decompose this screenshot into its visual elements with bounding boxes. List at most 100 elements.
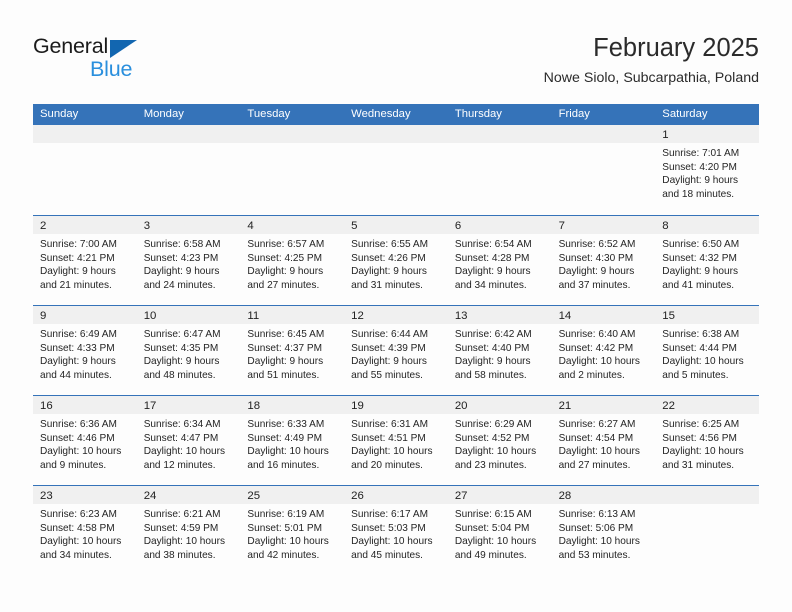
day-detail-line: Sunset: 4:44 PM bbox=[662, 342, 737, 354]
day-detail-line: and 34 minutes. bbox=[454, 279, 527, 291]
day-cell-28[interactable]: 28 Sunrise: 6:13 AM Sunset: 5:06 PM Dayligh… bbox=[551, 486, 656, 575]
day-cell-13[interactable]: 13 Sunrise: 6:42 AM Sunset: 4:40 PM Dayligh… bbox=[447, 306, 552, 395]
day-number-band: 9 bbox=[33, 306, 137, 324]
day-detail-line: Sunset: 4:49 PM bbox=[247, 432, 323, 444]
day-cell-26[interactable]: 26 Sunrise: 6:17 AM Sunset: 5:03 PM Dayligh… bbox=[344, 486, 448, 575]
day-cell-empty bbox=[33, 125, 137, 215]
day-detail-block: Sunrise: 6:29 AM Sunset: 4:52 PM Daylight:… bbox=[448, 414, 552, 472]
day-number-band: 17 bbox=[136, 396, 241, 414]
day-detail-block: Sunrise: 6:15 AM Sunset: 5:04 PM Daylight:… bbox=[448, 504, 552, 562]
day-detail-line: Sunset: 4:39 PM bbox=[351, 342, 426, 354]
day-detail-line: Sunset: 4:25 PM bbox=[247, 252, 323, 264]
day-detail-line: Sunrise: 6:15 AM bbox=[454, 509, 532, 520]
day-number: 11 bbox=[247, 310, 260, 322]
day-number: 9 bbox=[40, 310, 47, 322]
day-detail-line: Sunset: 5:06 PM bbox=[558, 522, 634, 534]
day-detail-line: Sunset: 4:30 PM bbox=[558, 252, 634, 264]
logo-triangle-icon bbox=[110, 40, 137, 58]
day-detail-line: Sunset: 4:52 PM bbox=[454, 432, 530, 444]
day-detail-line: and 24 minutes. bbox=[143, 279, 216, 291]
day-number-band: 23 bbox=[33, 486, 137, 504]
day-detail-line: Daylight: 9 hours bbox=[40, 356, 116, 368]
day-number-band: 15 bbox=[655, 306, 759, 324]
day-cell-15[interactable]: 15 Sunrise: 6:38 AM Sunset: 4:44 PM Dayligh… bbox=[655, 306, 759, 395]
day-number: 4 bbox=[247, 220, 254, 232]
day-number: 25 bbox=[247, 490, 261, 502]
day-number: 12 bbox=[351, 310, 364, 322]
day-number-band: 14 bbox=[551, 306, 656, 324]
day-cell-6[interactable]: 6 Sunrise: 6:54 AM Sunset: 4:28 PM Daylight… bbox=[447, 216, 552, 305]
day-cell-23[interactable]: 23 Sunrise: 6:23 AM Sunset: 4:58 PM Dayligh… bbox=[33, 486, 137, 575]
day-cell-1[interactable]: 1 Sunrise: 7:01 AM Sunset: 4:20 PM Daylight… bbox=[655, 125, 759, 215]
day-detail-line: Daylight: 9 hours bbox=[247, 266, 324, 278]
day-detail-line: Sunrise: 6:55 AM bbox=[351, 239, 429, 250]
day-number: 18 bbox=[247, 400, 261, 412]
day-detail-line: Sunset: 5:01 PM bbox=[247, 522, 323, 534]
day-cell-8[interactable]: 8 Sunrise: 6:50 AM Sunset: 4:32 PM Daylight… bbox=[655, 216, 759, 305]
day-number: 13 bbox=[454, 310, 468, 322]
day-detail-line: Sunset: 4:21 PM bbox=[40, 252, 115, 264]
day-detail-line: Sunrise: 6:33 AM bbox=[247, 419, 325, 430]
day-cell-27[interactable]: 27 Sunrise: 6:15 AM Sunset: 5:04 PM Dayligh… bbox=[447, 486, 552, 575]
day-detail-line: Daylight: 10 hours bbox=[662, 446, 744, 458]
day-detail-line: Sunrise: 7:00 AM bbox=[40, 239, 117, 250]
day-number-band bbox=[344, 125, 448, 143]
day-detail-block: Sunrise: 6:19 AM Sunset: 5:01 PM Daylight:… bbox=[240, 504, 344, 562]
day-cell-5[interactable]: 5 Sunrise: 6:55 AM Sunset: 4:26 PM Daylight… bbox=[344, 216, 448, 305]
day-detail-line: and 31 minutes. bbox=[351, 279, 423, 291]
day-cell-12[interactable]: 12 Sunrise: 6:44 AM Sunset: 4:39 PM Dayligh… bbox=[344, 306, 448, 395]
day-number-band: 11 bbox=[240, 306, 345, 324]
day-cell-10[interactable]: 10 Sunrise: 6:47 AM Sunset: 4:35 PM Dayligh… bbox=[136, 306, 241, 395]
day-cell-7[interactable]: 7 Sunrise: 6:52 AM Sunset: 4:30 PM Daylight… bbox=[551, 216, 656, 305]
day-number-band: 10 bbox=[136, 306, 241, 324]
day-detail-block bbox=[137, 143, 241, 147]
day-cell-3[interactable]: 3 Sunrise: 6:58 AM Sunset: 4:23 PM Daylight… bbox=[136, 216, 241, 305]
day-detail-block: Sunrise: 6:52 AM Sunset: 4:30 PM Daylight:… bbox=[552, 234, 656, 292]
day-detail-line: and 49 minutes. bbox=[454, 549, 527, 561]
day-detail-line: Daylight: 10 hours bbox=[351, 536, 433, 548]
day-detail-block: Sunrise: 6:17 AM Sunset: 5:03 PM Daylight:… bbox=[344, 504, 448, 562]
day-cell-2[interactable]: 2 Sunrise: 7:00 AM Sunset: 4:21 PM Daylight… bbox=[33, 216, 137, 305]
day-number: 28 bbox=[558, 490, 572, 502]
page-header: General Blue February 2025 Nowe Siolo, S… bbox=[33, 32, 759, 94]
day-detail-line: Sunset: 4:33 PM bbox=[40, 342, 115, 354]
day-detail-line: and 38 minutes. bbox=[143, 549, 216, 561]
day-detail-line: Daylight: 10 hours bbox=[558, 446, 640, 458]
day-detail-line: Sunrise: 6:36 AM bbox=[40, 419, 117, 430]
day-detail-line: Sunset: 4:56 PM bbox=[662, 432, 737, 444]
day-detail-line: Sunrise: 6:49 AM bbox=[40, 329, 117, 340]
day-cell-17[interactable]: 17 Sunrise: 6:34 AM Sunset: 4:47 PM Dayligh… bbox=[136, 396, 241, 485]
day-detail-line: Sunset: 4:58 PM bbox=[40, 522, 115, 534]
day-detail-line: and 58 minutes. bbox=[454, 369, 527, 381]
day-detail-line: Sunset: 4:54 PM bbox=[558, 432, 634, 444]
day-cell-22[interactable]: 22 Sunrise: 6:25 AM Sunset: 4:56 PM Dayligh… bbox=[655, 396, 759, 485]
day-number: 23 bbox=[40, 490, 53, 502]
day-cell-18[interactable]: 18 Sunrise: 6:33 AM Sunset: 4:49 PM Dayligh… bbox=[240, 396, 345, 485]
day-detail-line: and 2 minutes. bbox=[558, 369, 625, 381]
day-cell-9[interactable]: 9 Sunrise: 6:49 AM Sunset: 4:33 PM Daylight… bbox=[33, 306, 137, 395]
day-detail-block: Sunrise: 6:47 AM Sunset: 4:35 PM Daylight:… bbox=[137, 324, 241, 382]
day-cell-25[interactable]: 25 Sunrise: 6:19 AM Sunset: 5:01 PM Dayligh… bbox=[240, 486, 345, 575]
day-detail-line: and 23 minutes. bbox=[454, 459, 527, 471]
day-cell-14[interactable]: 14 Sunrise: 6:40 AM Sunset: 4:42 PM Dayligh… bbox=[551, 306, 656, 395]
day-cell-21[interactable]: 21 Sunrise: 6:27 AM Sunset: 4:54 PM Dayligh… bbox=[551, 396, 656, 485]
day-detail-line: Daylight: 9 hours bbox=[454, 356, 531, 368]
day-number-band: 25 bbox=[240, 486, 345, 504]
day-cell-4[interactable]: 4 Sunrise: 6:57 AM Sunset: 4:25 PM Daylight… bbox=[240, 216, 345, 305]
weekday-header-saturday: Saturday bbox=[662, 108, 708, 120]
day-detail-line: Sunset: 4:59 PM bbox=[143, 522, 219, 534]
day-detail-line: and 45 minutes. bbox=[351, 549, 423, 561]
day-detail-block: Sunrise: 6:23 AM Sunset: 4:58 PM Daylight:… bbox=[33, 504, 137, 562]
generalblue-logo[interactable]: General Blue bbox=[33, 34, 233, 90]
day-cell-19[interactable]: 19 Sunrise: 6:31 AM Sunset: 4:51 PM Dayligh… bbox=[344, 396, 448, 485]
calendar-week-row: 1 Sunrise: 7:01 AM Sunset: 4:20 PM Daylight… bbox=[33, 125, 759, 215]
day-number-band bbox=[33, 125, 137, 143]
day-cell-24[interactable]: 24 Sunrise: 6:21 AM Sunset: 4:59 PM Dayligh… bbox=[136, 486, 241, 575]
day-detail-line: and 42 minutes. bbox=[247, 549, 320, 561]
day-detail-line: Sunset: 5:04 PM bbox=[454, 522, 530, 534]
day-cell-11[interactable]: 11 Sunrise: 6:45 AM Sunset: 4:37 PM Dayligh… bbox=[240, 306, 345, 395]
day-number: 26 bbox=[351, 490, 364, 502]
day-cell-20[interactable]: 20 Sunrise: 6:29 AM Sunset: 4:52 PM Dayligh… bbox=[447, 396, 552, 485]
day-number-band: 5 bbox=[344, 216, 448, 234]
day-cell-16[interactable]: 16 Sunrise: 6:36 AM Sunset: 4:46 PM Dayligh… bbox=[33, 396, 137, 485]
